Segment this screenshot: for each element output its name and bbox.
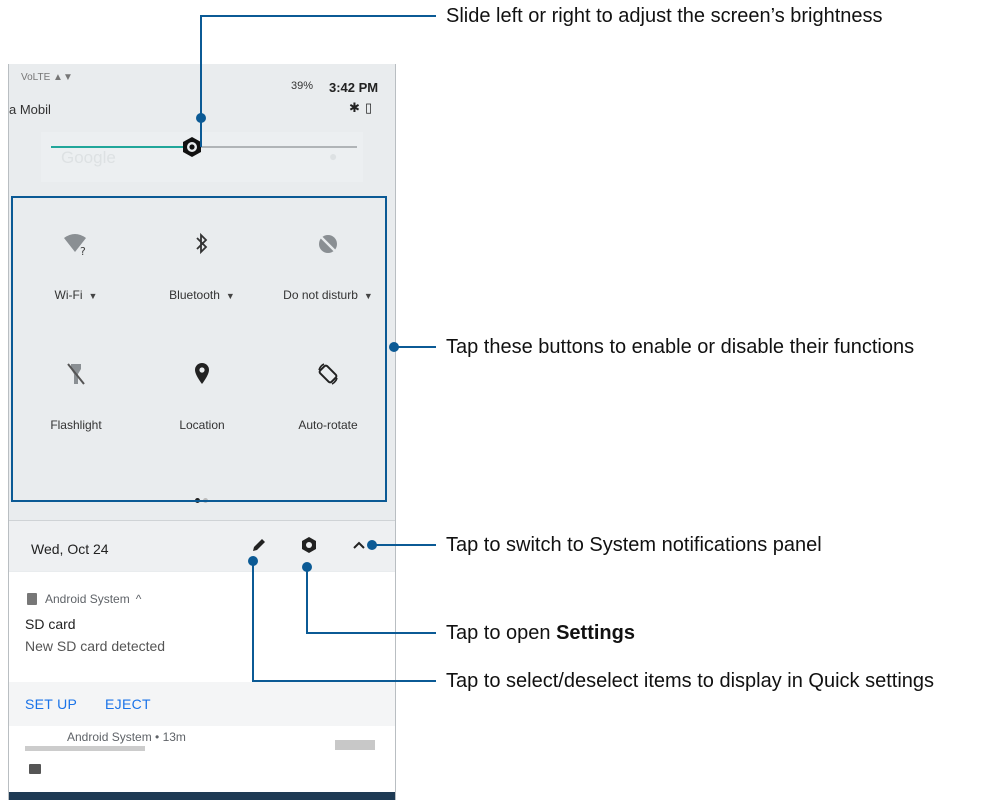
callout-dot	[389, 342, 399, 352]
annotation-settings-prefix: Tap to open	[446, 622, 557, 644]
callout-dot	[248, 556, 258, 566]
annotation-brightness: Slide left or right to adjust the screen…	[446, 5, 883, 27]
callout-dot	[367, 540, 377, 550]
annotation-edit: Tap to select/deselect items to display …	[446, 670, 935, 692]
annotation-settings: Tap to open Settings	[446, 621, 635, 645]
annotation-settings-bold: Settings	[556, 622, 635, 644]
callout-dot	[302, 562, 312, 572]
callout-dot	[196, 113, 206, 123]
annotation-tiles: Tap these buttons to enable or disable t…	[446, 336, 915, 358]
annotation-switch-panel: Tap to switch to System notifications pa…	[446, 534, 822, 556]
